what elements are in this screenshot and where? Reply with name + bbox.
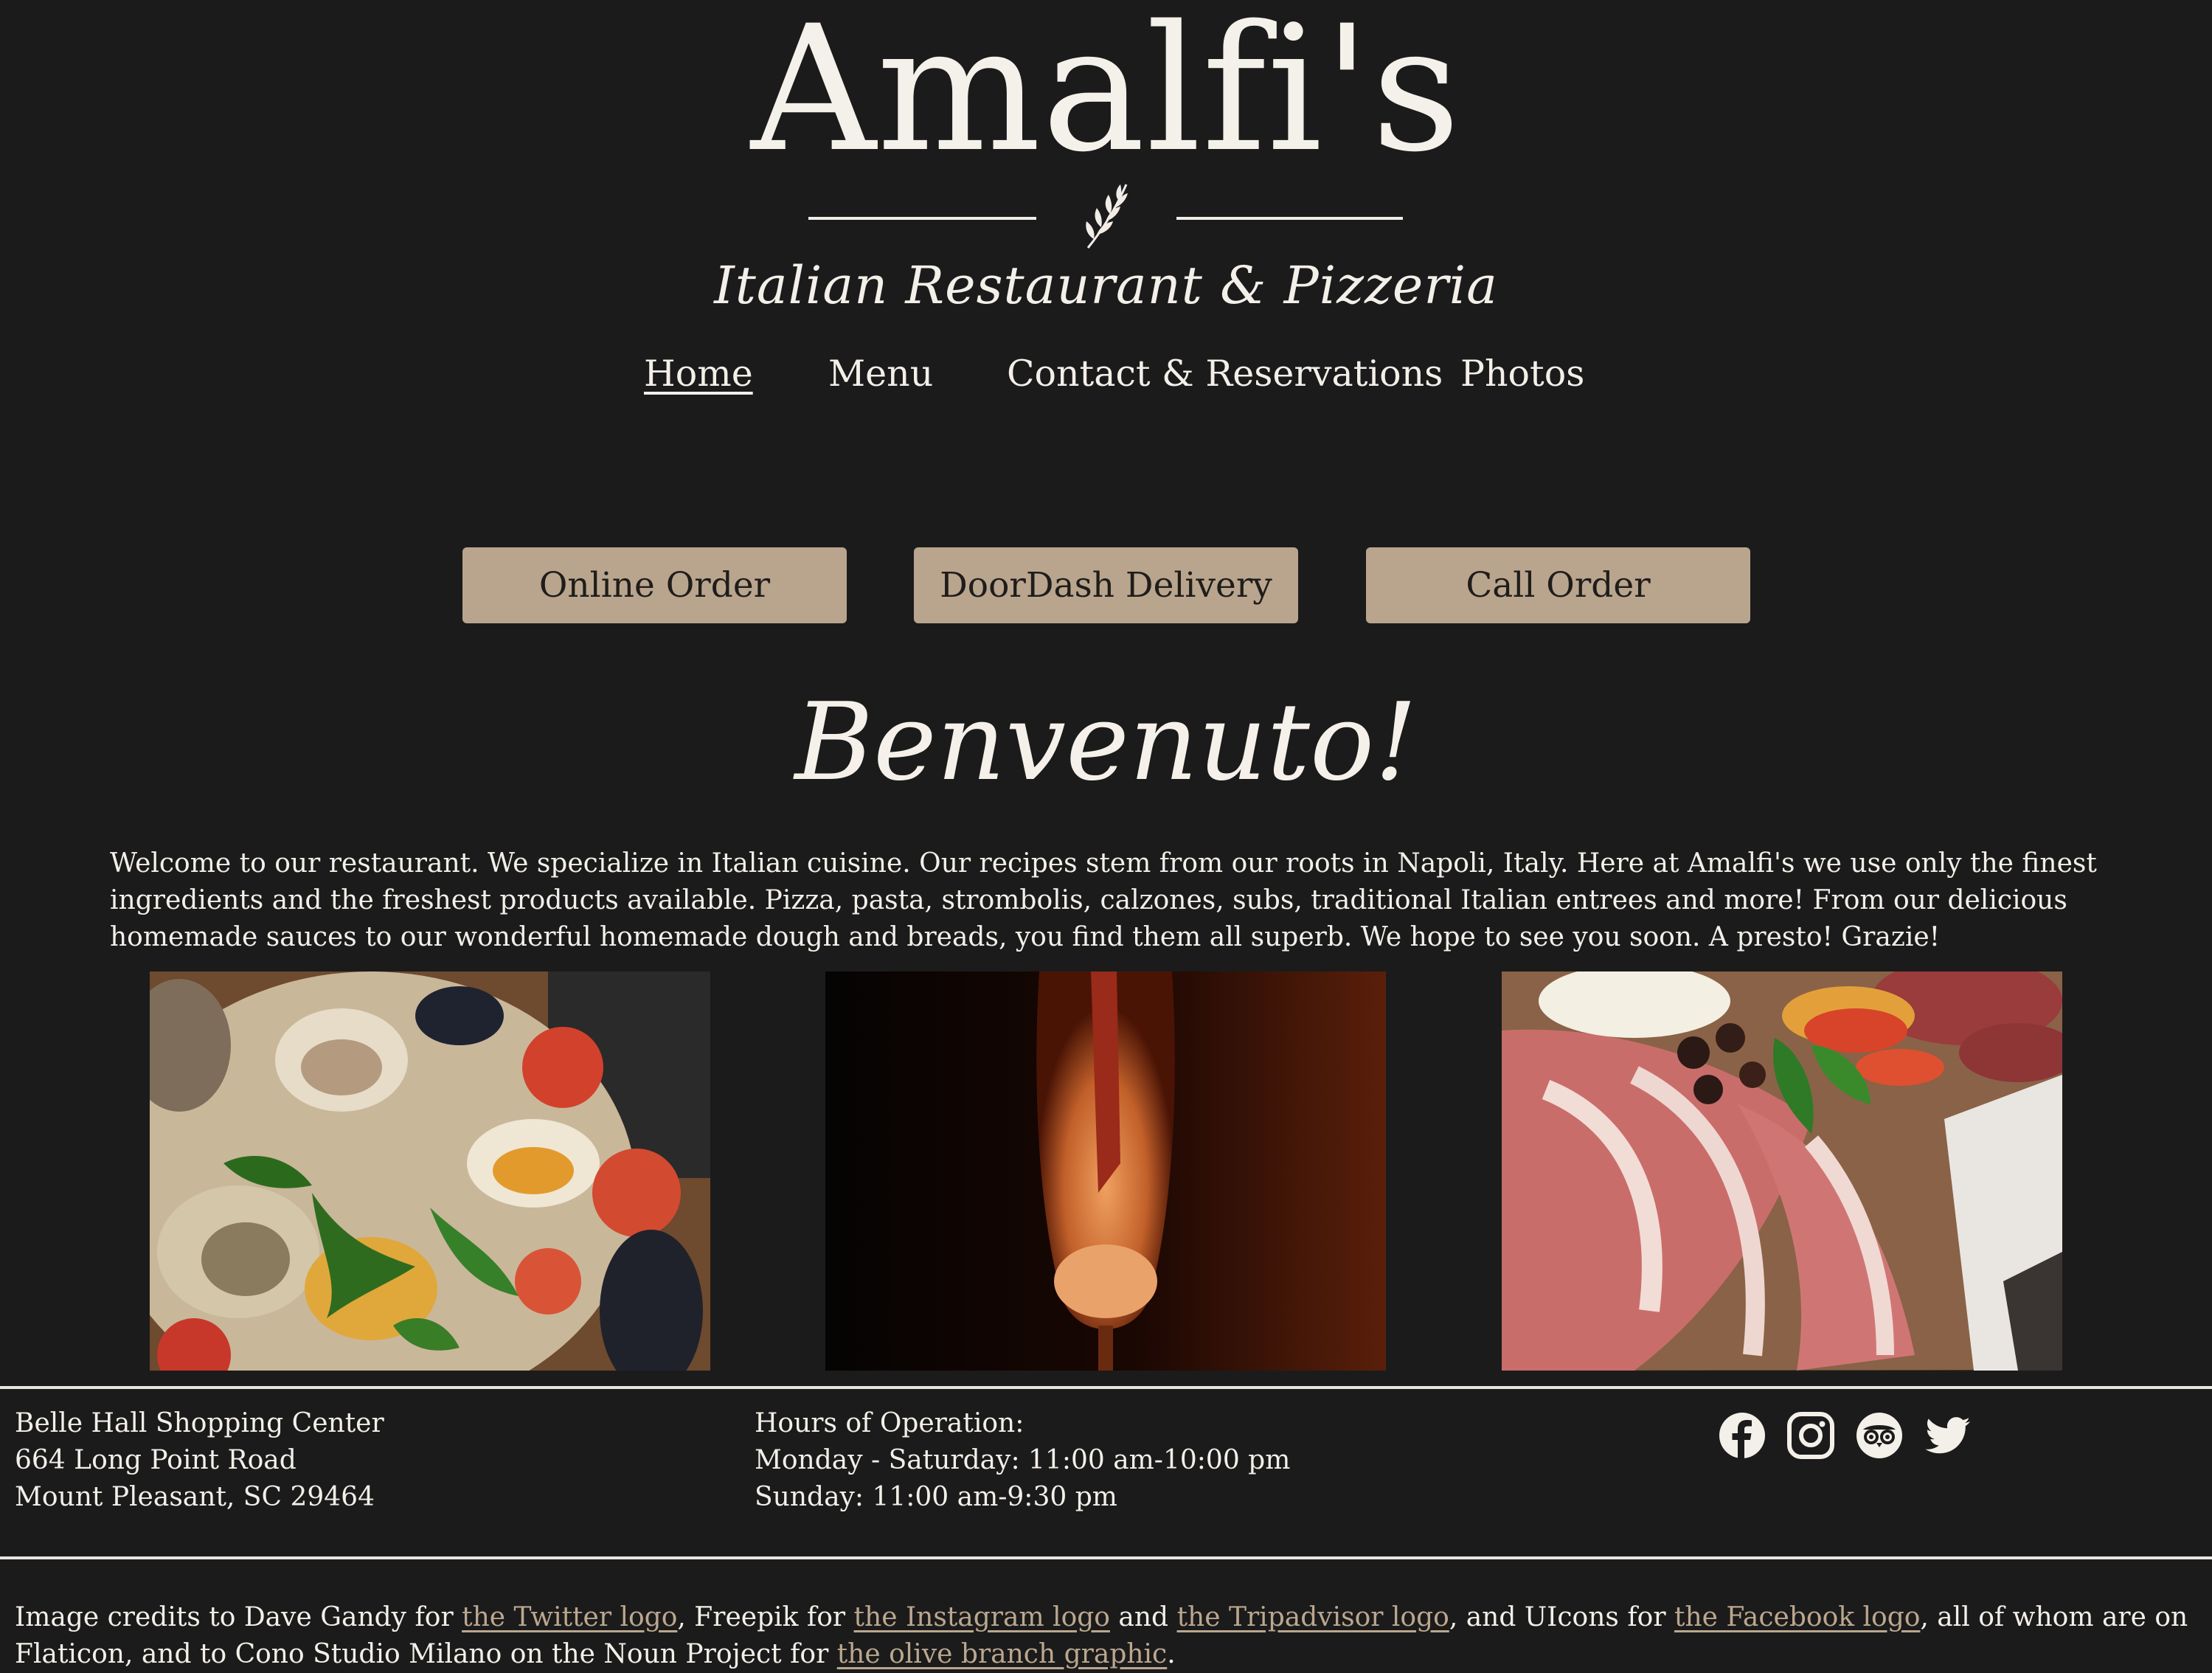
credits-text: , Freepik for <box>677 1602 854 1632</box>
credits-text: , and UIcons for <box>1449 1602 1674 1632</box>
wine-glass-photo <box>825 971 1386 1371</box>
welcome-paragraph: Welcome to our restaurant. We specialize… <box>110 848 2097 952</box>
address-line: 664 Long Point Road <box>15 1445 297 1475</box>
image-credits: Image credits to Dave Gandy for the Twit… <box>15 1599 2191 1673</box>
nav-link-home[interactable]: Home <box>644 353 753 395</box>
facebook-icon[interactable] <box>1719 1412 1766 1459</box>
facebook-logo-credit-link[interactable]: the Facebook logo <box>1674 1602 1920 1632</box>
olive-branch-icon <box>1079 180 1135 251</box>
instagram-logo-credit-link[interactable]: the Instagram logo <box>854 1602 1110 1632</box>
restaurant-tagline: Italian Restaurant & Pizzeria <box>714 255 1498 316</box>
nav-link-photos[interactable]: Photos <box>1460 353 1584 395</box>
hours-heading: Hours of Operation: <box>755 1408 1024 1438</box>
olive-branch-credit-link[interactable]: the olive branch graphic <box>837 1639 1168 1669</box>
online-order-button[interactable]: Online Order <box>462 547 847 623</box>
hours-line: Monday - Saturday: 11:00 am-10:00 pm <box>755 1445 1291 1475</box>
hours-block: Hours of Operation: Monday - Saturday: 1… <box>755 1405 1290 1516</box>
credits-text: and <box>1109 1602 1177 1632</box>
credits-text: Image credits to Dave Gandy for <box>15 1602 462 1632</box>
header-divider-right <box>1176 217 1403 220</box>
footer-divider-bottom <box>0 1556 2212 1559</box>
hours-line: Sunday: 11:00 am-9:30 pm <box>755 1482 1117 1512</box>
doordash-delivery-button[interactable]: DoorDash Delivery <box>914 547 1298 623</box>
twitter-icon[interactable] <box>1924 1412 1972 1459</box>
call-order-button[interactable]: Call Order <box>1366 547 1750 623</box>
brand-title: Amalfi's <box>750 0 1462 190</box>
address-block: Belle Hall Shopping Center 664 Long Poin… <box>15 1405 384 1516</box>
seafood-pasta-photo <box>150 971 710 1371</box>
address-line: Mount Pleasant, SC 29464 <box>15 1482 375 1512</box>
welcome-heading: Benvenuto! <box>794 680 1418 805</box>
nav-link-contact-reservations[interactable]: Contact & Reservations <box>1007 353 1443 395</box>
tripadvisor-logo-credit-link[interactable]: the Tripadvisor logo <box>1177 1602 1449 1632</box>
footer-divider-top <box>0 1386 2212 1389</box>
header-divider-left <box>808 217 1036 220</box>
credits-text: . <box>1167 1639 1176 1669</box>
address-line: Belle Hall Shopping Center <box>15 1408 384 1438</box>
nav-link-menu[interactable]: Menu <box>828 353 933 395</box>
main-nav: Home Menu Contact & Reservations Photos <box>0 353 2212 404</box>
charcuterie-photo <box>1502 971 2062 1371</box>
twitter-logo-credit-link[interactable]: the Twitter logo <box>462 1602 677 1632</box>
tripadvisor-icon[interactable] <box>1856 1412 1903 1459</box>
instagram-icon[interactable] <box>1787 1412 1834 1459</box>
